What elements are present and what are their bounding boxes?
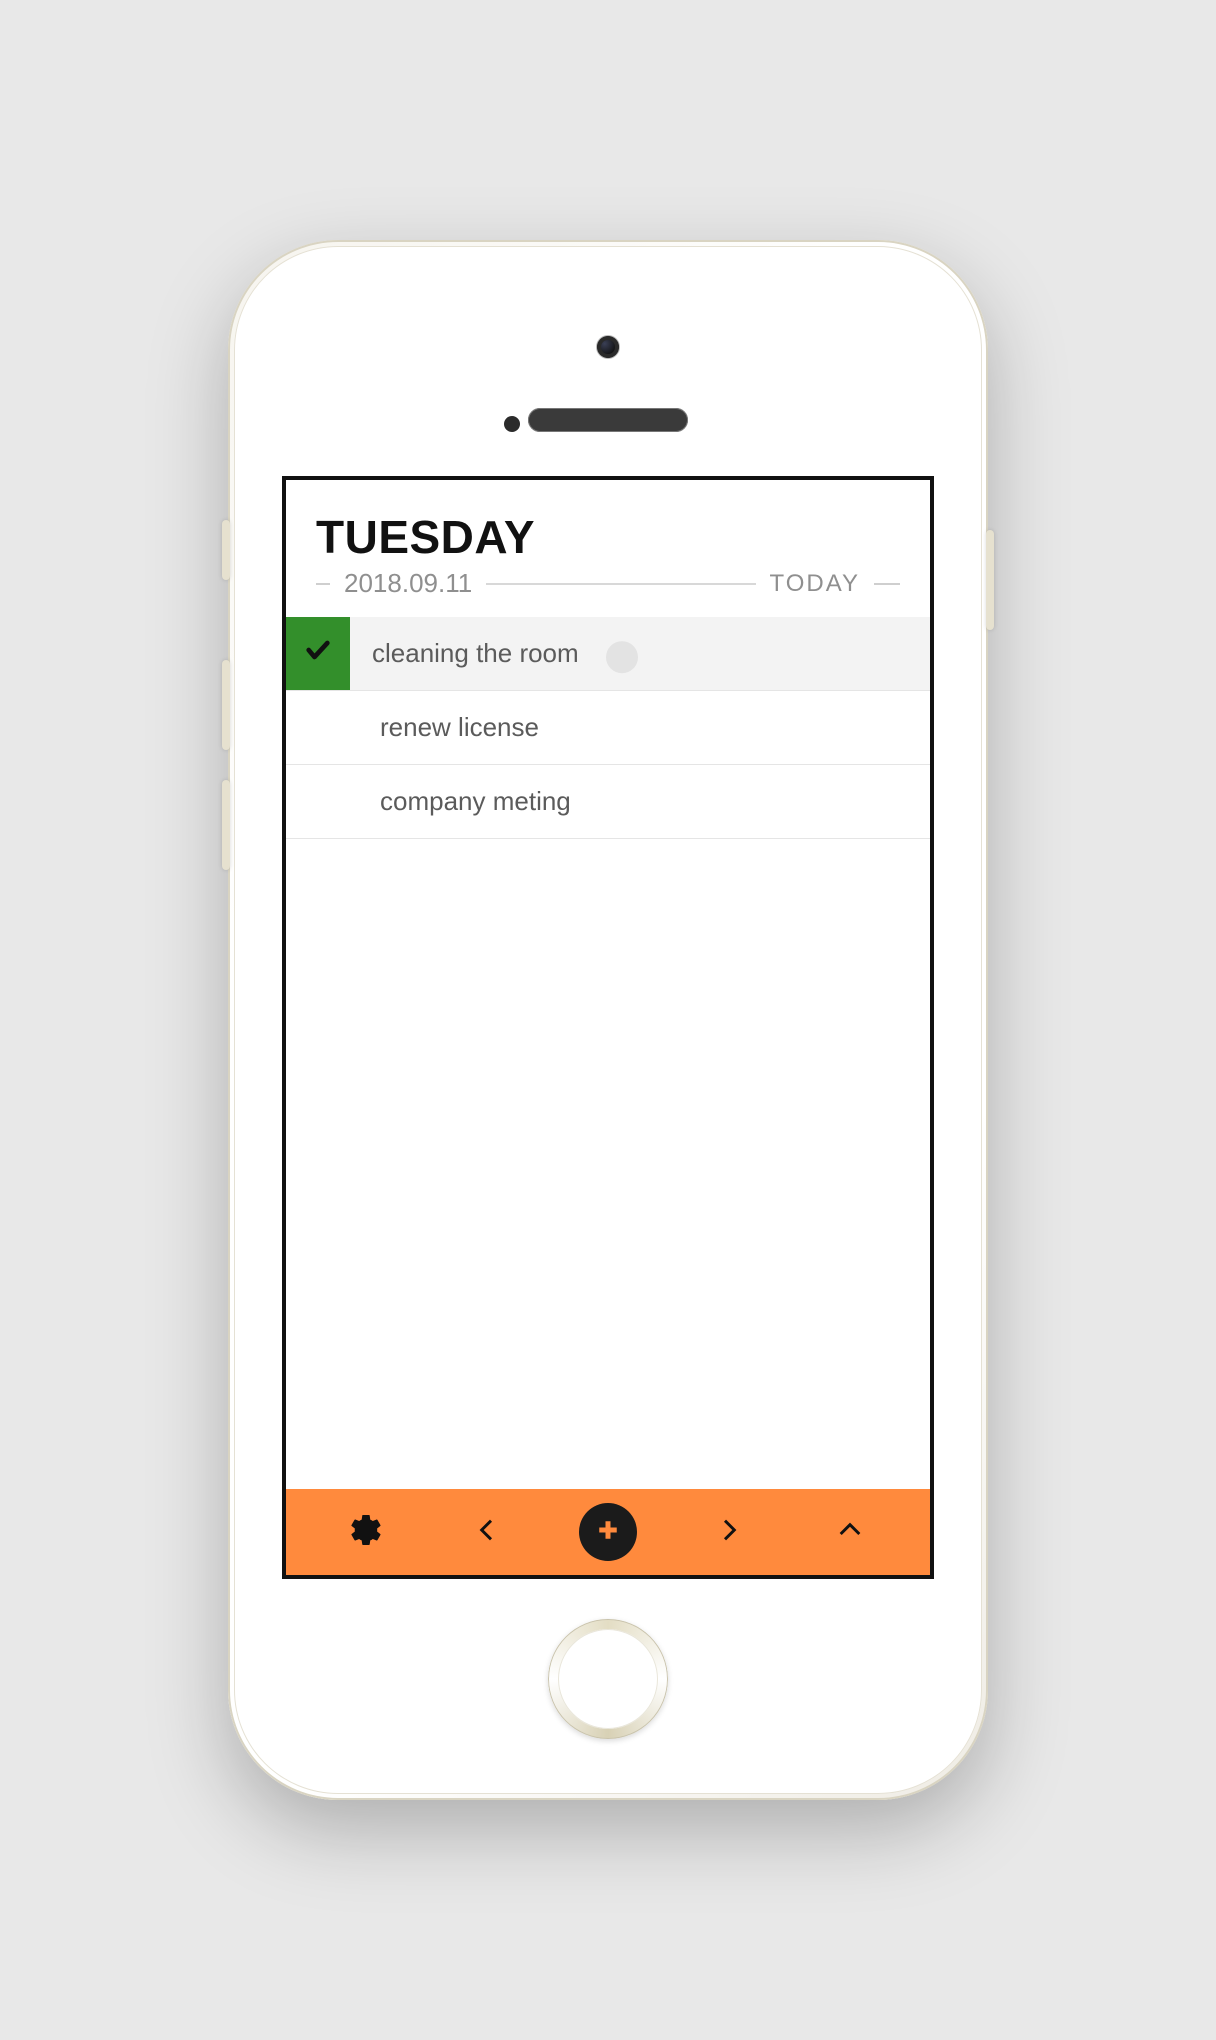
phone-frame: TUESDAY 2018.09.11 TODAY cleaning the ro… <box>228 240 988 1800</box>
header: TUESDAY 2018.09.11 TODAY <box>286 480 930 599</box>
proximity-sensor <box>504 416 520 432</box>
prev-day-button[interactable] <box>459 1504 515 1560</box>
today-button[interactable]: TODAY <box>770 570 860 598</box>
chevron-right-icon <box>713 1514 745 1551</box>
check-icon <box>304 636 332 671</box>
bottom-toolbar <box>286 1489 930 1575</box>
front-camera <box>597 336 619 358</box>
task-list: cleaning the room renew license company me… <box>286 617 930 839</box>
app-screen: TUESDAY 2018.09.11 TODAY cleaning the ro… <box>282 476 934 1579</box>
task-row[interactable]: cleaning the room <box>286 617 930 691</box>
earpiece-speaker <box>528 408 688 432</box>
task-checkbox[interactable] <box>286 617 350 690</box>
date-row: 2018.09.11 TODAY <box>316 568 900 599</box>
day-title: TUESDAY <box>316 510 900 564</box>
task-label: renew license <box>350 712 930 743</box>
chevron-up-icon <box>834 1514 866 1551</box>
task-label: cleaning the room <box>350 638 930 669</box>
task-label: company meting <box>350 786 930 817</box>
task-row[interactable]: renew license <box>286 691 930 765</box>
next-day-button[interactable] <box>701 1504 757 1560</box>
mute-switch <box>222 520 230 580</box>
volume-up-button <box>222 660 230 750</box>
chevron-left-icon <box>471 1514 503 1551</box>
swipe-handle[interactable] <box>606 641 638 673</box>
gear-icon <box>348 1512 384 1553</box>
empty-area <box>286 839 930 1489</box>
plus-icon <box>593 1515 623 1550</box>
date-text: 2018.09.11 <box>344 568 472 599</box>
home-button[interactable] <box>548 1619 668 1739</box>
volume-down-button <box>222 780 230 870</box>
power-button <box>986 530 994 630</box>
collapse-button[interactable] <box>822 1504 878 1560</box>
add-task-button[interactable] <box>579 1503 637 1561</box>
settings-button[interactable] <box>338 1504 394 1560</box>
task-row[interactable]: company meting <box>286 765 930 839</box>
